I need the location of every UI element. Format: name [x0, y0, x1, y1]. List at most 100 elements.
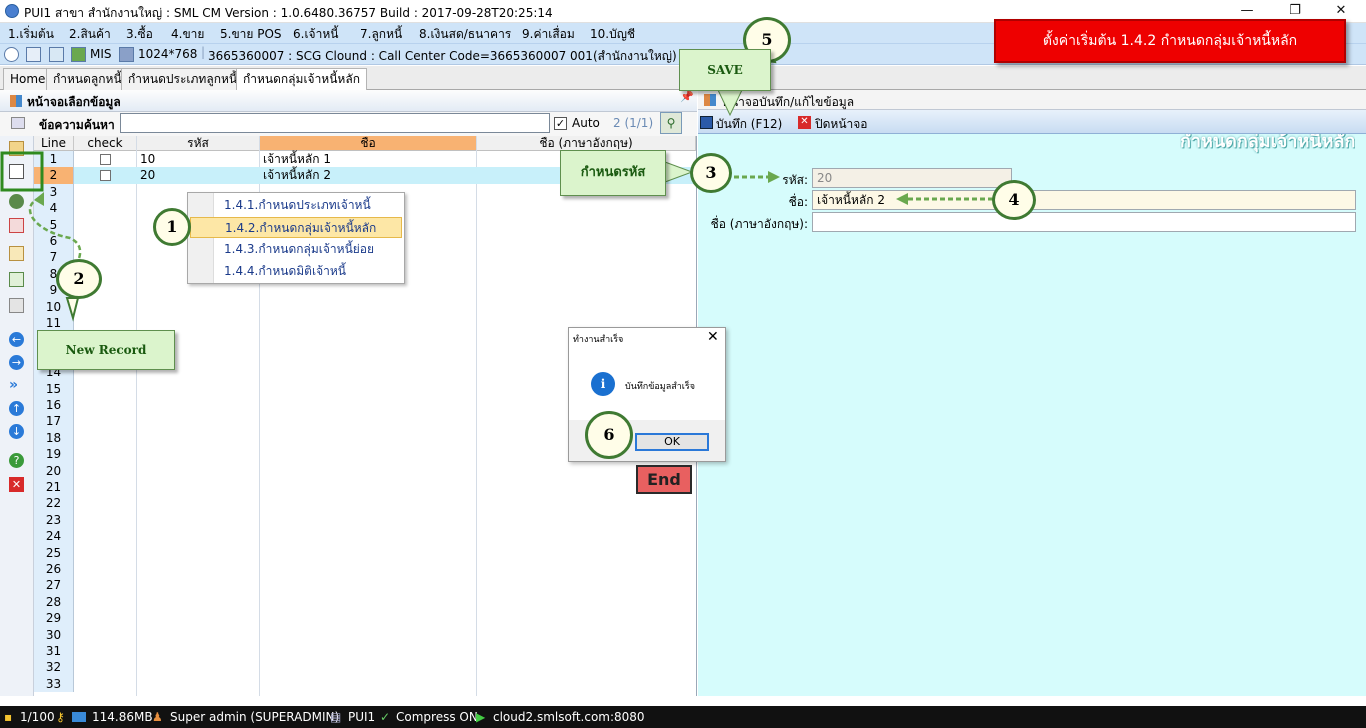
check-icon: ✓ [380, 710, 391, 724]
table-row[interactable]: 33 [34, 675, 696, 693]
close-form-button[interactable]: ปิดหน้าจอ [815, 115, 868, 134]
mis-label[interactable]: MIS [90, 47, 112, 61]
last-icon[interactable]: » [9, 378, 24, 393]
calculator-icon[interactable] [49, 47, 64, 62]
save-button[interactable]: บันทึก (F12) [716, 115, 782, 134]
menu-products[interactable]: 2.สินค้า [69, 25, 111, 44]
auto-checkbox[interactable]: ✓ [554, 117, 567, 130]
step-6-callout: 6 [585, 411, 633, 459]
application-window: { "window": { "title": "PUI1 สาขา สำนักง… [0, 0, 1366, 728]
context-menu-item-payable-main-groups[interactable]: 1.4.2.กำหนดกลุ่มเจ้าหนี้หลัก [190, 217, 402, 238]
clock-icon[interactable] [4, 47, 19, 62]
column-header-name-en[interactable]: ชื่อ (ภาษาอังกฤษ) [477, 136, 696, 151]
row-line-number: 27 [34, 577, 74, 594]
delete-icon[interactable] [9, 218, 24, 233]
table-row[interactable]: 31 [34, 643, 696, 660]
set-code-note: กำหนดรหัส [560, 150, 666, 196]
down-icon[interactable]: ↓ [9, 424, 24, 439]
print-icon[interactable] [9, 298, 24, 313]
row-line-number: 10 [34, 298, 74, 315]
menu-depreciation[interactable]: 9.ค่าเสื่อม [522, 25, 575, 44]
context-menu-item-payable-types[interactable]: 1.4.1.กำหนดประเภทเจ้าหนี้ [190, 195, 402, 216]
server-info: 3665360007 : SCG Clound : Call Center Co… [208, 49, 677, 63]
new-record-icon[interactable] [9, 164, 24, 179]
name-en-label: ชื่อ (ภาษาอังกฤษ): [710, 217, 808, 231]
menu-payables[interactable]: 6.เจ้าหนี้ [293, 25, 338, 44]
column-header-line[interactable]: Line [34, 136, 74, 151]
next-icon[interactable]: → [9, 355, 24, 370]
table-row[interactable]: 10 [34, 298, 696, 315]
status-compress: Compress ON [396, 710, 478, 724]
lock-icon[interactable] [9, 246, 24, 261]
tab-receivable-types[interactable]: กำหนดประเภทลูกหนี้ [121, 68, 245, 90]
dialog-close-button[interactable]: ✕ [707, 329, 719, 345]
table-row[interactable]: 32 [34, 659, 696, 676]
row-line-number: 23 [34, 511, 74, 529]
row-checkbox[interactable] [100, 154, 111, 165]
name-field[interactable]: เจ้าหนี้หลัก 2 [812, 190, 1356, 210]
table-row[interactable]: 27 [34, 577, 696, 594]
row-line-number: 33 [34, 675, 74, 693]
chart-icon[interactable] [71, 47, 86, 62]
row-checkbox[interactable] [100, 170, 111, 182]
table-row[interactable]: 9 [34, 282, 696, 299]
row-name: เจ้าหนี้หลัก 2 [263, 168, 331, 183]
help-icon[interactable]: ? [9, 453, 24, 468]
search-input[interactable] [120, 113, 550, 133]
status-server: cloud2.smlsoft.com:8080 [493, 710, 645, 724]
screen-icon [119, 47, 134, 62]
table-row[interactable]: 25 [34, 544, 696, 561]
column-header-check[interactable]: check [74, 136, 137, 151]
row-line-number: 4 [34, 200, 74, 217]
page-icon: ▪ [4, 710, 13, 724]
name-en-field[interactable] [812, 212, 1356, 232]
table-row[interactable]: 26 [34, 561, 696, 578]
row-line-number: 30 [34, 626, 74, 643]
table-row[interactable]: 23 [34, 511, 696, 529]
code-field[interactable]: 20 [812, 168, 1012, 188]
row-line-number: 20 [34, 462, 74, 479]
row-line-number: 16 [34, 397, 74, 414]
column-header-name[interactable]: ชื่อ [260, 136, 477, 151]
menu-purchase[interactable]: 3.ซื้อ [126, 25, 153, 44]
step-3-callout: 3 [690, 153, 732, 193]
table-row[interactable]: 20 [34, 462, 696, 479]
pin-icon[interactable]: 📌 [680, 90, 694, 103]
tab-receivables[interactable]: กำหนดลูกหนี้ [46, 68, 129, 90]
menu-accounting[interactable]: 10.บัญชี [590, 25, 635, 44]
edit-icon[interactable] [9, 194, 24, 209]
table-row[interactable]: 30 [34, 626, 696, 643]
save-icon [700, 116, 713, 129]
search-row: ข้อความค้นหา ✓ Auto 2 (1/1) ⚲ [0, 112, 697, 136]
table-row[interactable]: 28 [34, 593, 696, 611]
row-line-number: 5 [34, 216, 74, 233]
menu-start[interactable]: 1.เริ่มต้น [8, 25, 54, 44]
column-header-code[interactable]: รหัส [137, 136, 260, 151]
selection-panel-title: หน้าจอเลือกข้อมูล [27, 95, 121, 109]
window-icon[interactable] [26, 47, 41, 62]
menu-pos[interactable]: 5.ขาย POS [220, 25, 282, 44]
close-icon[interactable]: ✕ [9, 477, 24, 492]
row-line-number: 2 [34, 167, 74, 184]
table-row[interactable]: 21 [34, 479, 696, 496]
dialog-message: บันทึกข้อมูลสำเร็จ [625, 382, 695, 392]
row-line-number: 6 [34, 233, 74, 250]
prev-icon[interactable]: ← [9, 332, 24, 347]
table-row[interactable]: 22 [34, 495, 696, 512]
table-row[interactable]: 29 [34, 610, 696, 627]
search-icon[interactable]: ⚲ [660, 112, 682, 134]
hierarchy-icon[interactable] [11, 117, 25, 129]
menu-receivables[interactable]: 7.ลูกหนี้ [360, 25, 402, 44]
import-icon[interactable] [9, 272, 24, 287]
context-menu-item-payable-dimensions[interactable]: 1.4.4.กำหนดมิติเจ้าหนี้ [190, 261, 402, 282]
up-icon[interactable]: ↑ [9, 401, 24, 416]
row-line-number: 22 [34, 495, 74, 512]
menu-cash-bank[interactable]: 8.เงินสด/ธนาคาร [419, 25, 511, 44]
tab-payable-main-groups[interactable]: กำหนดกลุ่มเจ้าหนี้หลัก [236, 68, 367, 91]
context-menu-item-payable-sub-groups[interactable]: 1.4.3.กำหนดกลุ่มเจ้าหนี้ย่อย [190, 239, 402, 260]
menu-sales[interactable]: 4.ขาย [171, 25, 204, 44]
dialog-ok-button[interactable]: OK [635, 433, 709, 451]
folder-icon[interactable] [9, 141, 24, 156]
table-row[interactable]: 24 [34, 528, 696, 545]
end-button[interactable]: End [636, 465, 692, 494]
